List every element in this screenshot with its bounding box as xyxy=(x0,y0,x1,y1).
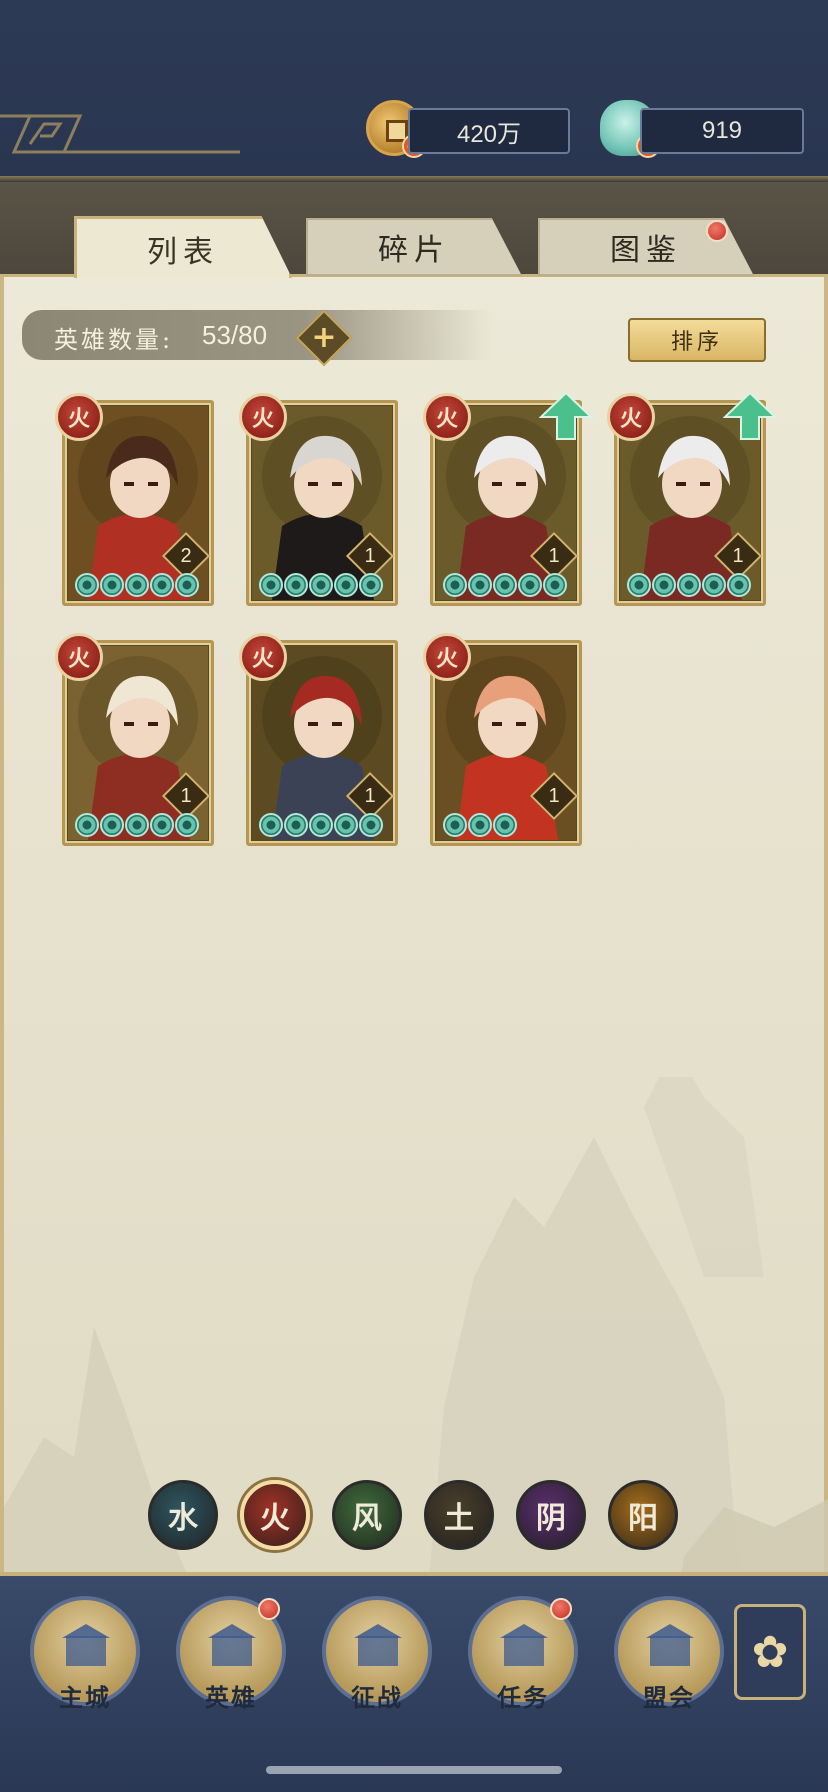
jade-star-icon xyxy=(309,573,333,597)
castle-icon xyxy=(56,1618,116,1678)
fire-element-badge: 火 xyxy=(55,633,103,681)
hero-card[interactable]: 火2 xyxy=(55,393,214,606)
jade-star-icon xyxy=(627,573,651,597)
jade-star-icon xyxy=(334,573,358,597)
jade-star-icon xyxy=(75,813,99,837)
task-scroll-icon xyxy=(494,1618,554,1678)
sort-button[interactable]: 排序 xyxy=(628,318,766,362)
hero-card[interactable]: 火1 xyxy=(239,633,398,846)
jade-star-icon xyxy=(359,573,383,597)
jade-star-icon xyxy=(468,813,492,837)
nav-heroes-notification-dot xyxy=(258,1598,280,1620)
nav-quests-label: 任务 xyxy=(497,1683,549,1712)
hero-star-rating xyxy=(259,813,383,837)
hero-level: 1 xyxy=(548,544,560,567)
compendium-notification-dot xyxy=(706,220,728,242)
jade-star-icon xyxy=(284,573,308,597)
jade-star-icon xyxy=(175,813,199,837)
jade-star-icon xyxy=(468,573,492,597)
fire-element-badge: 火 xyxy=(423,633,471,681)
fire-element-badge: 火 xyxy=(55,393,103,441)
jade-star-icon xyxy=(259,813,283,837)
hero-star-rating xyxy=(259,573,383,597)
jade-star-icon xyxy=(493,573,517,597)
hero-star-rating xyxy=(627,573,751,597)
tab-list[interactable]: 列表 xyxy=(74,216,292,278)
nav-guild-label: 盟会 xyxy=(643,1683,695,1712)
jade-star-icon xyxy=(493,813,517,837)
hero-level: 2 xyxy=(180,544,192,567)
home-indicator xyxy=(266,1766,562,1774)
hero-star-rating xyxy=(75,573,199,597)
hero-level: 1 xyxy=(548,784,560,807)
hero-count-label: 英雄数量: xyxy=(54,326,174,354)
upgrade-arrow-icon xyxy=(722,391,778,441)
jade-star-icon xyxy=(518,573,542,597)
hero-card[interactable]: 火1 xyxy=(423,633,582,846)
jade-star-icon xyxy=(727,573,751,597)
flower-menu-icon[interactable]: ✿ xyxy=(734,1604,806,1700)
hero-card[interactable]: 火1 xyxy=(239,393,398,606)
jade-star-icon xyxy=(75,573,99,597)
filter-fire-button[interactable]: 火 xyxy=(240,1480,310,1550)
fire-element-badge: 火 xyxy=(423,393,471,441)
hero-level: 1 xyxy=(364,784,376,807)
nav-heroes-label: 英雄 xyxy=(205,1683,257,1712)
jade-star-icon xyxy=(259,573,283,597)
nav-main-city-label: 主城 xyxy=(59,1683,111,1712)
jade-star-icon xyxy=(702,573,726,597)
jade-star-icon xyxy=(150,573,174,597)
jade-star-icon xyxy=(334,813,358,837)
jade-star-icon xyxy=(150,813,174,837)
jade-star-icon xyxy=(543,573,567,597)
hero-level: 1 xyxy=(364,544,376,567)
jade-star-icon xyxy=(100,813,124,837)
filter-wind-button[interactable]: 风 xyxy=(332,1480,402,1550)
upgrade-arrow-icon xyxy=(538,391,594,441)
hero-card[interactable]: 火1 xyxy=(607,391,778,606)
tab-fragments[interactable]: 碎片 xyxy=(306,218,522,276)
jade-star-icon xyxy=(175,573,199,597)
hero-portrait-icon xyxy=(202,1618,262,1678)
coins-display: 420万 xyxy=(408,108,570,154)
jade-star-icon xyxy=(652,573,676,597)
hero-star-rating xyxy=(443,813,517,837)
jade-star-icon xyxy=(284,813,308,837)
jade-display: 919 xyxy=(640,108,804,154)
plus-icon: + xyxy=(311,320,337,355)
hero-card[interactable]: 火1 xyxy=(55,633,214,846)
hero-card[interactable]: 火1 xyxy=(423,391,594,606)
fire-element-badge: 火 xyxy=(239,393,287,441)
filter-yin-button[interactable]: 阴 xyxy=(516,1480,586,1550)
coins-value: 420万 xyxy=(456,120,522,148)
fire-element-badge: 火 xyxy=(607,393,655,441)
jade-star-icon xyxy=(309,813,333,837)
hero-star-rating xyxy=(75,813,199,837)
hero-level: 1 xyxy=(180,784,192,807)
filter-earth-button[interactable]: 土 xyxy=(424,1480,494,1550)
jade-star-icon xyxy=(100,573,124,597)
guild-gate-icon xyxy=(640,1618,700,1678)
jade-star-icon xyxy=(677,573,701,597)
battle-icon xyxy=(348,1618,408,1678)
filter-yang-button[interactable]: 阳 xyxy=(608,1480,678,1550)
jade-star-icon xyxy=(359,813,383,837)
jade-value: 919 xyxy=(701,117,743,144)
fire-element-badge: 火 xyxy=(239,633,287,681)
jade-star-icon xyxy=(125,573,149,597)
jade-star-icon xyxy=(125,813,149,837)
nav-campaign-label: 征战 xyxy=(351,1683,403,1712)
jade-star-icon xyxy=(443,573,467,597)
filter-water-button[interactable]: 水 xyxy=(148,1480,218,1550)
nav-quests-notification-dot xyxy=(550,1598,572,1620)
hero-level: 1 xyxy=(732,544,744,567)
hero-star-rating xyxy=(443,573,567,597)
jade-star-icon xyxy=(443,813,467,837)
title-ornament xyxy=(0,114,240,154)
hero-count-value: 53/80 xyxy=(202,320,268,350)
